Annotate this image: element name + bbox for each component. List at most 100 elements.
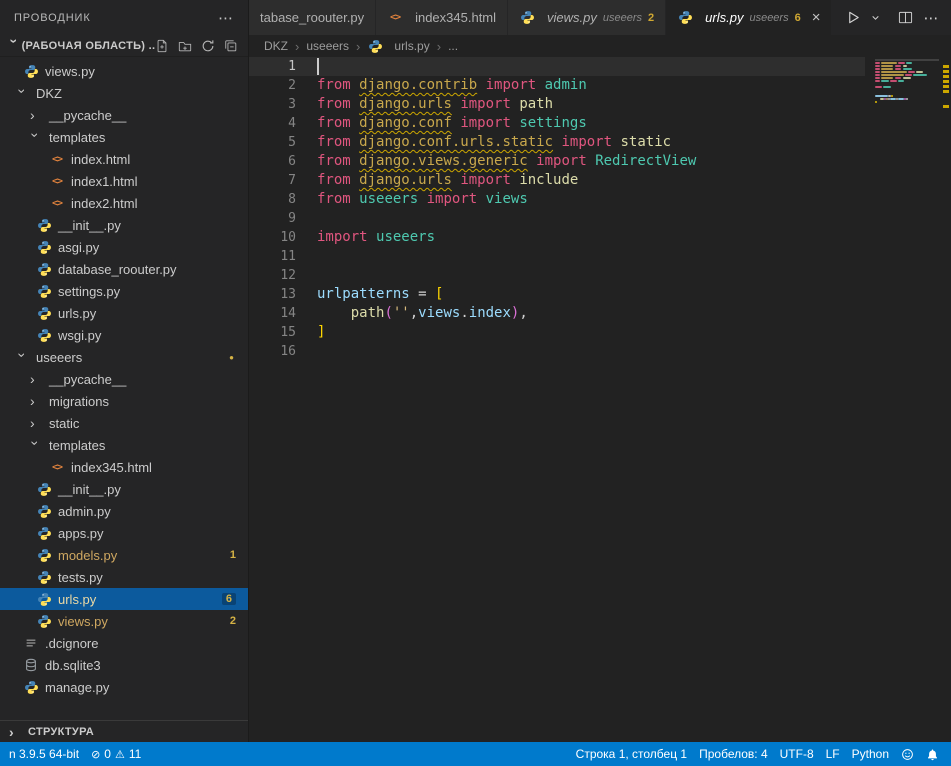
tree-file-__init__.py[interactable]: __init__.py (0, 478, 248, 500)
code-line-15[interactable]: 15] (249, 323, 865, 342)
problems-indicator[interactable]: ⊘ 0 ⚠ 11 (85, 742, 147, 766)
line-number: 14 (249, 304, 317, 323)
minimap-segment (913, 74, 927, 76)
code-line-5[interactable]: 5from django.conf.urls.static import sta… (249, 133, 865, 152)
close-tab-icon[interactable]: × (812, 10, 821, 25)
code-line-6[interactable]: 6from django.views.generic import Redire… (249, 152, 865, 171)
tree-folder-static[interactable]: ›static (0, 412, 248, 434)
tree-file-index1.html[interactable]: <>index1.html (0, 170, 248, 192)
line-content: from django.contrib import admin (317, 76, 587, 95)
code-line-3[interactable]: 3from django.urls import path (249, 95, 865, 114)
tree-folder-templates[interactable]: ›templates (0, 126, 248, 148)
outline-section-header[interactable]: › СТРУКТУРА (0, 720, 248, 742)
tree-file-urls.py[interactable]: urls.py6 (0, 588, 248, 610)
tree-item-label: migrations (49, 394, 109, 409)
code-line-7[interactable]: 7from django.urls import include (249, 171, 865, 190)
tree-file-models.py[interactable]: models.py1 (0, 544, 248, 566)
tree-file-settings.py[interactable]: settings.py (0, 280, 248, 302)
run-dropdown-chevron-icon[interactable] (869, 11, 882, 24)
collapse-all-icon[interactable] (224, 39, 238, 53)
feedback-smiley-icon[interactable] (895, 742, 920, 766)
tab-index345.html[interactable]: <>index345.html (376, 0, 508, 35)
editor[interactable]: 12from django.contrib import admin3from … (249, 57, 951, 742)
errors-icon: ⊘ (91, 748, 100, 761)
breadcrumb-item-[interactable]: ... (448, 39, 458, 53)
tree-folder-useeers[interactable]: ›useeers● (0, 346, 248, 368)
code-token: from (317, 115, 351, 131)
workspace-section-header[interactable]: › (РАБОЧАЯ ОБЛАСТЬ) ... (0, 35, 248, 57)
code-area[interactable]: 12from django.contrib import admin3from … (249, 57, 865, 361)
tab-tabase_roouter.py[interactable]: tabase_roouter.py (249, 0, 376, 35)
tree-item-label: templates (49, 438, 105, 453)
breadcrumb-item-useeers[interactable]: useeers (306, 39, 349, 53)
code-line-8[interactable]: 8from useeers import views (249, 190, 865, 209)
code-line-14[interactable]: 14 path('',views.index), (249, 304, 865, 323)
minimap-segment (895, 65, 902, 67)
breadcrumb-item-urlspy[interactable]: urls.py (367, 38, 429, 54)
indentation-status[interactable]: Пробелов: 4 (693, 742, 774, 766)
tree-file-tests.py[interactable]: tests.py (0, 566, 248, 588)
new-folder-icon[interactable] (178, 39, 192, 53)
code-line-9[interactable]: 9 (249, 209, 865, 228)
tree-folder-migrations[interactable]: ›migrations (0, 390, 248, 412)
code-line-13[interactable]: 13urlpatterns = [ (249, 285, 865, 304)
line-content: ] (317, 323, 325, 342)
breadcrumb-item-DKZ[interactable]: DKZ (264, 39, 288, 53)
tree-file-wsgi.py[interactable]: wsgi.py (0, 324, 248, 346)
editor-more-actions-icon[interactable]: ⋯ (921, 7, 940, 29)
split-editor-icon[interactable] (896, 8, 915, 27)
minimap-segment (881, 77, 894, 79)
tree-file-views.py[interactable]: views.py2 (0, 610, 248, 632)
refresh-icon[interactable] (201, 39, 215, 53)
tree-file-__init__.py[interactable]: __init__.py (0, 214, 248, 236)
tree-file-manage.py[interactable]: manage.py (0, 676, 248, 698)
tree-file-index2.html[interactable]: <>index2.html (0, 192, 248, 214)
tree-file-views.py[interactable]: views.py (0, 60, 248, 82)
tree-file-admin.py[interactable]: admin.py (0, 500, 248, 522)
run-python-file-button[interactable] (844, 8, 863, 27)
language-mode-status[interactable]: Python (846, 742, 895, 766)
breadcrumb-label: urls.py (394, 39, 429, 53)
tree-file-database_roouter.py[interactable]: database_roouter.py (0, 258, 248, 280)
eol-status[interactable]: LF (820, 742, 846, 766)
encoding-status[interactable]: UTF-8 (774, 742, 820, 766)
overview-ruler[interactable] (941, 57, 951, 742)
code-token: from (317, 191, 351, 207)
tree-file-db.sqlite3[interactable]: db.sqlite3 (0, 654, 248, 676)
code-token: import (427, 191, 478, 207)
tree-file-urls.py[interactable]: urls.py (0, 302, 248, 324)
cursor-position-status[interactable]: Строка 1, столбец 1 (570, 742, 693, 766)
code-token: '' (393, 305, 410, 321)
code-token: from (317, 172, 351, 188)
code-line-12[interactable]: 12 (249, 266, 865, 285)
tree-folder-__pycache__[interactable]: ›__pycache__ (0, 368, 248, 390)
tab-urls.py[interactable]: urls.pyuseeers6× (666, 0, 832, 35)
code-line-2[interactable]: 2from django.contrib import admin (249, 76, 865, 95)
python-interpreter-status[interactable]: n 3.9.5 64-bit (3, 742, 85, 766)
code-token (351, 134, 359, 150)
tab-views.py[interactable]: views.pyuseeers2 (508, 0, 666, 35)
tree-file-apps.py[interactable]: apps.py (0, 522, 248, 544)
tree-folder-__pycache__[interactable]: ›__pycache__ (0, 104, 248, 126)
chevron-down-icon: › (16, 350, 30, 372)
tree-folder-templates[interactable]: ›templates (0, 434, 248, 456)
minimap-line (875, 59, 939, 61)
code-line-4[interactable]: 4from django.conf import settings (249, 114, 865, 133)
minimap[interactable] (875, 59, 939, 107)
new-file-icon[interactable] (155, 39, 169, 53)
code-line-16[interactable]: 16 (249, 342, 865, 361)
line-content: from django.urls import path (317, 95, 553, 114)
code-line-11[interactable]: 11 (249, 247, 865, 266)
code-token (351, 153, 359, 169)
notifications-bell-icon[interactable] (920, 742, 945, 766)
minimap-line (875, 71, 939, 73)
tree-file-.dcignore[interactable]: .dcignore (0, 632, 248, 654)
tree-folder-DKZ[interactable]: ›DKZ (0, 82, 248, 104)
python-file-icon (36, 305, 52, 321)
code-token: [ (435, 286, 443, 302)
python-file-icon (36, 261, 52, 277)
tree-file-asgi.py[interactable]: asgi.py (0, 236, 248, 258)
code-line-10[interactable]: 10import useeers (249, 228, 865, 247)
explorer-more-actions-icon[interactable]: ⋯ (218, 9, 234, 27)
code-line-1[interactable]: 1 (249, 57, 865, 76)
